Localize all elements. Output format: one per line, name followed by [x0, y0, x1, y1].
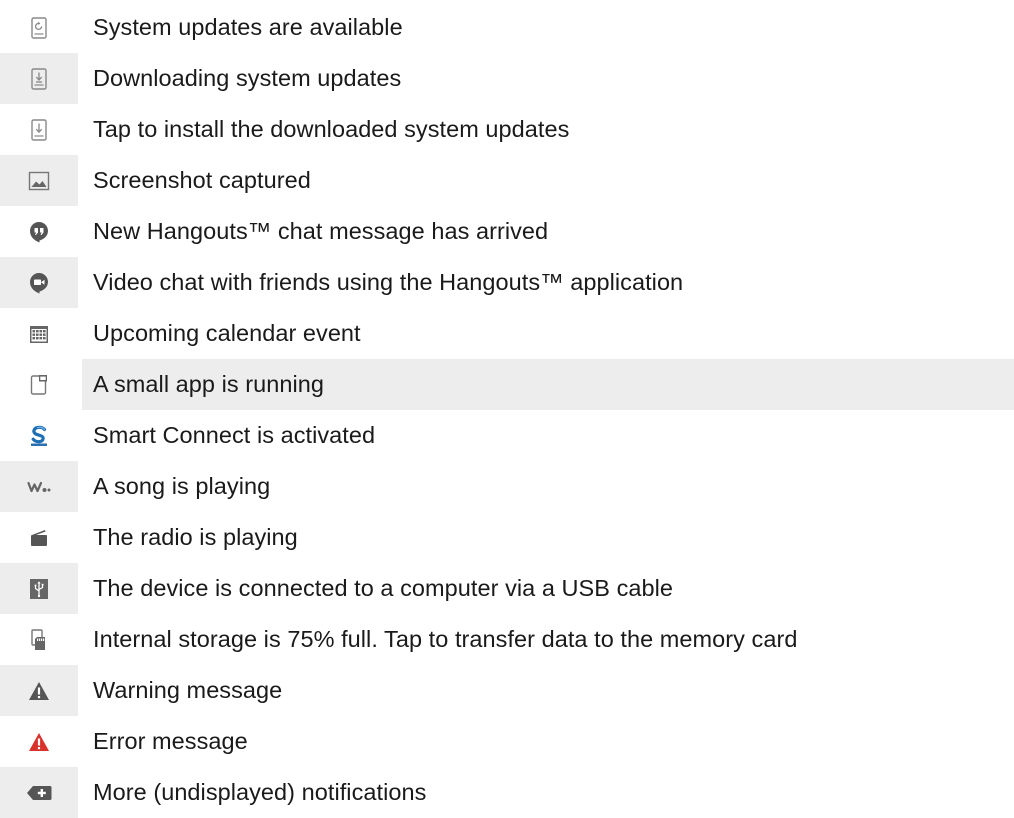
row-description: Internal storage is 75% full. Tap to tra…	[93, 626, 798, 652]
error-icon	[0, 716, 78, 767]
walkman-icon	[0, 461, 78, 512]
row-description: Downloading system updates	[93, 65, 402, 91]
small-app-icon	[0, 359, 78, 410]
hangouts-chat-icon	[0, 206, 78, 257]
table-row: A song is playing	[0, 461, 1014, 512]
smart-connect-icon	[0, 410, 78, 461]
table-row: Upcoming calendar event	[0, 308, 1014, 359]
table-row: The device is connected to a computer vi…	[0, 563, 1014, 614]
table-row: Internal storage is 75% full. Tap to tra…	[0, 614, 1014, 665]
row-description: A small app is running	[82, 359, 1014, 410]
row-description: Tap to install the downloaded system upd…	[93, 116, 570, 142]
row-description: The device is connected to a computer vi…	[93, 575, 674, 601]
row-description: New Hangouts™ chat message has arrived	[93, 218, 549, 244]
row-description: Smart Connect is activated	[93, 422, 376, 448]
warning-icon	[0, 665, 78, 716]
status-icon-table: System updates are available Downloading…	[0, 0, 1014, 818]
table-row: Screenshot captured	[0, 155, 1014, 206]
table-row: Error message	[0, 716, 1014, 767]
row-description: Upcoming calendar event	[93, 320, 361, 346]
usb-icon	[0, 563, 78, 614]
system-update-icon	[0, 2, 78, 53]
table-row: Tap to install the downloaded system upd…	[0, 104, 1014, 155]
hangouts-video-icon	[0, 257, 78, 308]
table-row: System updates are available	[0, 2, 1014, 53]
downloading-update-icon	[0, 53, 78, 104]
install-update-icon	[0, 104, 78, 155]
calendar-icon	[0, 308, 78, 359]
table-row: New Hangouts™ chat message has arrived	[0, 206, 1014, 257]
more-notifications-icon	[0, 767, 78, 818]
table-row: More (undisplayed) notifications	[0, 767, 1014, 818]
table-row: Downloading system updates	[0, 53, 1014, 104]
screenshot-icon	[0, 155, 78, 206]
storage-icon	[0, 614, 78, 665]
row-description: System updates are available	[93, 14, 403, 40]
table-row: Video chat with friends using the Hangou…	[0, 257, 1014, 308]
table-row: The radio is playing	[0, 512, 1014, 563]
table-row: Smart Connect is activated	[0, 410, 1014, 461]
row-description: Video chat with friends using the Hangou…	[93, 269, 684, 295]
row-description: Error message	[93, 728, 248, 754]
radio-icon	[0, 512, 78, 563]
row-description: Warning message	[93, 677, 283, 703]
table-row: Warning message	[0, 665, 1014, 716]
row-description: Screenshot captured	[93, 167, 311, 193]
table-row: A small app is running	[0, 359, 1014, 410]
row-description: The radio is playing	[93, 524, 298, 550]
row-description: More (undisplayed) notifications	[93, 779, 427, 805]
row-description: A song is playing	[93, 473, 271, 499]
